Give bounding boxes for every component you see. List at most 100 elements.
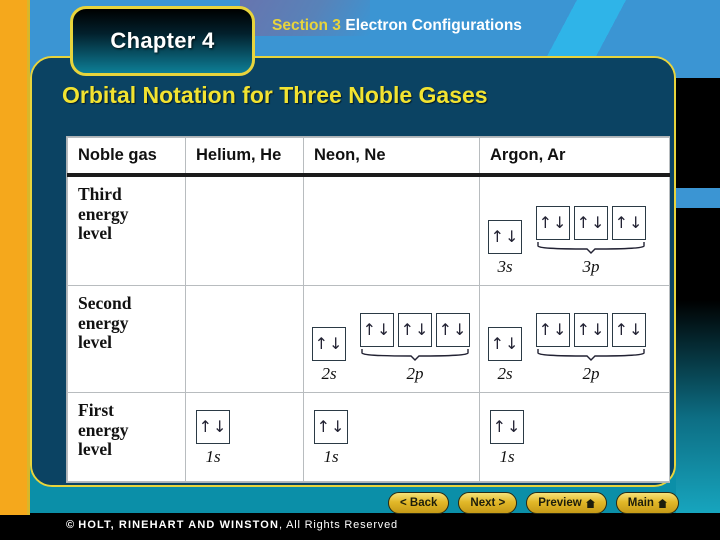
orbital-cell-helium: ↑↓ 1s <box>185 392 304 482</box>
energy-level-label-line: energy <box>78 203 129 224</box>
electron-arrows: ↑↓ <box>492 417 522 436</box>
orbital-cell-argon: ↑↓ 2s ↑↓ ↑↓ ↑↓ 2p <box>479 285 670 393</box>
column-header-label: Helium, He <box>196 146 282 164</box>
energy-level-label: Second energy level <box>68 286 185 353</box>
energy-level-label-line: energy <box>78 312 129 333</box>
table-header-cell: Argon, Ar <box>479 137 670 177</box>
orbital-cell-content: ↑↓ 1s <box>480 393 669 481</box>
electron-arrows: ↑↓ <box>614 213 644 232</box>
main-button-label: Main <box>627 497 654 509</box>
copyright-footer: © HOLT, RINEHART AND WINSTON, All Rights… <box>66 519 398 531</box>
chapter-tab-label: Chapter 4 <box>110 28 215 53</box>
energy-level-label-line: energy <box>78 419 129 440</box>
orbital-box: ↑↓ <box>574 313 608 347</box>
orbital-box: ↑↓ <box>536 206 570 240</box>
table-row: First energy level ↑↓ 1s ↑↓ 1s ↑↓ 1s <box>67 392 670 482</box>
subshell-label: 3p <box>582 257 600 276</box>
orbital-subshell: ↑↓ 2s <box>488 327 522 384</box>
orbital-group: ↑↓ 2s ↑↓ ↑↓ ↑↓ 2p <box>488 313 646 384</box>
orbital-cell-content: ↑↓ 1s <box>186 393 303 481</box>
orbital-cell-content <box>186 286 303 392</box>
orbital-subshell: ↑↓ ↑↓ ↑↓ 3p <box>536 206 646 277</box>
electron-arrows: ↑↓ <box>438 320 468 339</box>
orbital-group: ↑↓ 3s ↑↓ ↑↓ ↑↓ 3p <box>488 206 646 277</box>
orbital-cell-neon <box>303 174 480 286</box>
slide-stage: Chapter 4 Section 3 Electron Configurati… <box>0 0 720 540</box>
navigation-bar: < Back Next > Preview Main <box>388 492 679 514</box>
orbital-box-row: ↑↓ ↑↓ ↑↓ <box>360 313 470 347</box>
next-button[interactable]: Next > <box>458 492 518 514</box>
orbital-box: ↑↓ <box>612 313 646 347</box>
table-header-cell: Noble gas <box>67 137 186 177</box>
electron-arrows: ↑↓ <box>614 320 644 339</box>
orbital-box: ↑↓ <box>196 410 230 444</box>
orbital-cell-content: ↑↓ 2s ↑↓ ↑↓ ↑↓ 2p <box>480 286 669 392</box>
back-button[interactable]: < Back <box>388 492 450 514</box>
orbital-box: ↑↓ <box>488 220 522 254</box>
subshell-label: 2s <box>321 364 337 383</box>
orbital-cell-argon: ↑↓ 1s <box>479 392 670 482</box>
table-header-row: Noble gas Helium, He Neon, Ne Argon, Ar <box>67 137 670 177</box>
energy-level-label-line: Second <box>78 293 132 313</box>
electron-arrows: ↑↓ <box>490 227 520 246</box>
orbital-box: ↑↓ <box>436 313 470 347</box>
orbital-cell-argon: ↑↓ 3s ↑↓ ↑↓ ↑↓ 3p <box>479 174 670 286</box>
electron-arrows: ↑↓ <box>198 417 228 436</box>
section-title: Electron Configurations <box>345 17 522 34</box>
preview-button-label: Preview <box>538 497 582 509</box>
main-button[interactable]: Main <box>615 492 679 514</box>
subshell-label: 1s <box>205 447 221 466</box>
orbital-box: ↑↓ <box>490 410 524 444</box>
orbital-box: ↑↓ <box>536 313 570 347</box>
electron-arrows: ↑↓ <box>538 320 568 339</box>
subshell-brace <box>536 349 646 361</box>
subshell-label: 2p <box>582 364 600 383</box>
orbital-subshell: ↑↓ 3s <box>488 220 522 277</box>
orbital-subshell: ↑↓ 1s <box>196 410 230 467</box>
subshell-label: 2p <box>406 364 424 383</box>
orbital-cell-content: ↑↓ 3s ↑↓ ↑↓ ↑↓ 3p <box>480 177 669 285</box>
orbital-subshell: ↑↓ ↑↓ ↑↓ 2p <box>536 313 646 384</box>
electron-arrows: ↑↓ <box>400 320 430 339</box>
subshell-brace <box>360 349 470 361</box>
subshell-label: 1s <box>323 447 339 466</box>
orbital-box: ↑↓ <box>360 313 394 347</box>
subshell-label: 2s <box>497 364 513 383</box>
orbital-box-row: ↑↓ <box>312 327 346 361</box>
preview-button[interactable]: Preview <box>526 492 607 514</box>
right-teal-gradient <box>676 300 720 515</box>
energy-level-label-cell: Second energy level <box>67 285 186 393</box>
orbital-cell-content <box>186 177 303 285</box>
energy-level-label-line: level <box>78 439 113 460</box>
energy-level-label-line: Third <box>78 184 122 204</box>
orbital-box-row: ↑↓ ↑↓ ↑↓ <box>536 313 646 347</box>
chapter-tab[interactable]: Chapter 4 <box>70 6 255 76</box>
subshell-label: 1s <box>499 447 515 466</box>
orbital-subshell: ↑↓ 1s <box>314 410 348 467</box>
orbital-cell-helium <box>185 174 304 286</box>
left-orange-bar <box>0 0 27 515</box>
energy-level-label-line: level <box>78 332 113 353</box>
home-icon <box>585 498 595 508</box>
energy-level-label-cell: First energy level <box>67 392 186 482</box>
home-icon <box>657 498 667 508</box>
orbital-cell-neon: ↑↓ 1s <box>303 392 480 482</box>
right-blue-band <box>676 188 720 208</box>
orbital-cell-content: ↑↓ 1s <box>304 393 479 481</box>
energy-level-label: Third energy level <box>68 177 185 244</box>
energy-level-label-line: First <box>78 400 114 420</box>
subshell-brace <box>536 242 646 254</box>
copyright-symbol: © <box>66 519 76 531</box>
orbital-subshell: ↑↓ 2s <box>312 327 346 384</box>
orbital-box-row: ↑↓ <box>314 410 348 444</box>
table-header-cell: Neon, Ne <box>303 137 480 177</box>
table-row: Third energy level ↑↓ 3s ↑↓ ↑↓ ↑↓ 3p <box>67 174 670 286</box>
subshell-label: 3s <box>497 257 513 276</box>
column-header-label: Argon, Ar <box>490 146 566 164</box>
orbital-box-row: ↑↓ <box>488 220 522 254</box>
table-header-cell: Helium, He <box>185 137 304 177</box>
energy-level-label-cell: Third energy level <box>67 174 186 286</box>
next-button-label: Next > <box>470 497 506 509</box>
orbital-subshell: ↑↓ ↑↓ ↑↓ 2p <box>360 313 470 384</box>
orbital-box: ↑↓ <box>398 313 432 347</box>
